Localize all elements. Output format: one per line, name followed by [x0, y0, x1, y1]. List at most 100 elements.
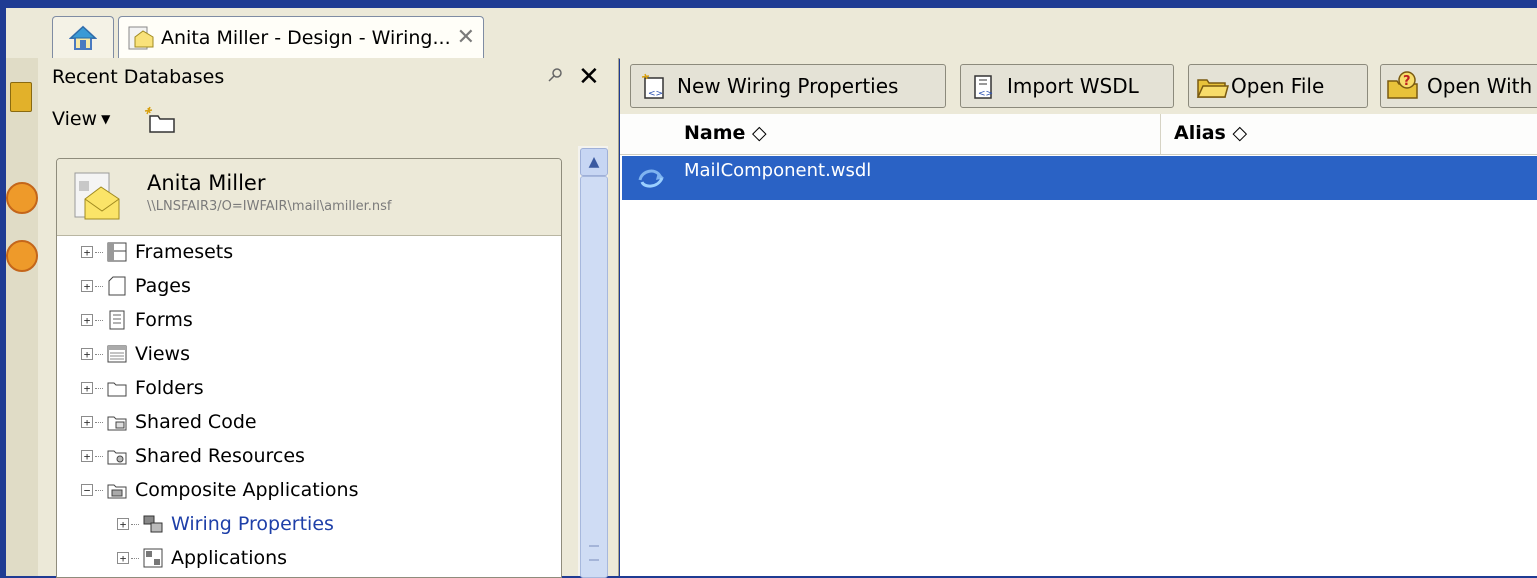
expand-icon[interactable]: + [117, 518, 129, 530]
tree-scrollbar[interactable]: ▲ [578, 146, 608, 578]
database-path: \\LNSFAIR3/O=IWFAIR\mail\amiller.nsf [147, 199, 392, 214]
scroll-thumb[interactable] [580, 176, 608, 578]
scroll-grip-icon [589, 545, 599, 561]
shared-resources-icon [107, 450, 127, 465]
wsdl-file-icon [638, 169, 664, 188]
applications-icon [143, 548, 163, 568]
tree-connector [95, 387, 103, 389]
sort-icon: ◇ [1232, 122, 1248, 144]
recent-databases-panel: Recent Databases ✕ View ▼ Anita Miller \… [38, 58, 619, 578]
tree-connector [95, 251, 103, 253]
expand-icon[interactable]: + [81, 280, 93, 292]
bookmark-bar [6, 58, 39, 576]
column-name-label: Name [684, 122, 746, 144]
scroll-up-icon[interactable]: ▲ [580, 148, 608, 176]
frameset-icon [107, 242, 127, 262]
expand-icon[interactable]: + [81, 246, 93, 258]
action-bar: <> New Wiring Properties <> Import WSDL … [620, 58, 1537, 115]
expand-icon[interactable]: + [81, 382, 93, 394]
column-alias-label: Alias [1174, 122, 1226, 144]
tree-item-pages[interactable]: + Pages [81, 269, 191, 303]
expand-icon[interactable]: + [81, 416, 93, 428]
expand-icon[interactable]: + [81, 314, 93, 326]
bookmark-circle-icon[interactable] [6, 182, 38, 214]
expand-icon[interactable]: + [81, 348, 93, 360]
tree-item-label: Pages [135, 275, 191, 297]
tree-connector [95, 421, 103, 423]
tree-item-shared-resources[interactable]: + Shared Resources [81, 439, 305, 473]
open-with-button[interactable]: ? Open With [1380, 64, 1537, 108]
tree-item-shared-code[interactable]: + Shared Code [81, 405, 257, 439]
tree-item-folders[interactable]: + Folders [81, 371, 204, 405]
folder-icon [107, 382, 127, 397]
expand-icon[interactable]: + [81, 450, 93, 462]
tree-connector [131, 557, 139, 559]
mail-database-icon [74, 172, 120, 220]
design-tree: Anita Miller \\LNSFAIR3/O=IWFAIR\mail\am… [56, 158, 562, 578]
row-name: MailComponent.wsdl [684, 160, 872, 181]
column-divider[interactable] [1160, 114, 1161, 154]
list-item[interactable]: MailComponent.wsdl [622, 156, 1537, 200]
chevron-down-icon: ▼ [101, 112, 111, 126]
sort-icon: ◇ [752, 122, 767, 144]
tree-item-label: Folders [135, 377, 204, 399]
page-icon [108, 276, 126, 296]
svg-text:<>: <> [648, 89, 663, 99]
collapse-icon[interactable]: − [81, 484, 93, 496]
tree-item-label: Views [135, 343, 190, 365]
tree-item-forms[interactable]: + Forms [81, 303, 193, 337]
import-wsdl-label: Import WSDL [1007, 74, 1139, 98]
window-top-border [0, 0, 1537, 8]
wiring-properties-icon [143, 515, 163, 533]
new-folder-icon[interactable] [144, 106, 178, 134]
tree-item-label: Shared Resources [135, 445, 305, 467]
tab-home[interactable] [52, 16, 114, 58]
open-file-button[interactable]: Open File [1188, 64, 1368, 108]
tab-bar: Anita Miller - Design - Wiring... ✕ [6, 8, 1537, 59]
app-window: Anita Miller - Design - Wiring... ✕ Rece… [0, 0, 1537, 578]
bookmark-icon[interactable] [10, 82, 32, 112]
pin-icon[interactable] [546, 66, 564, 89]
column-header-alias[interactable]: Alias ◇ [1174, 122, 1247, 144]
tree-item-views[interactable]: + Views [81, 337, 190, 371]
tree-item-label: Forms [135, 309, 193, 331]
database-mail-icon [128, 26, 154, 49]
column-header-name[interactable]: Name ◇ [684, 122, 767, 144]
view-menu-button[interactable]: View ▼ [52, 108, 110, 130]
tree-connector [95, 285, 103, 287]
open-with-icon: ? [1387, 71, 1418, 99]
database-header[interactable]: Anita Miller \\LNSFAIR3/O=IWFAIR\mail\am… [57, 159, 561, 236]
column-header-row: Name ◇ Alias ◇ [620, 114, 1537, 155]
tree-item-framesets[interactable]: + Framesets [81, 235, 233, 269]
tree-item-label: Framesets [135, 241, 234, 263]
tree-item-wiring-properties[interactable]: + Wiring Properties [117, 507, 334, 541]
tree-item-applications[interactable]: + Applications [117, 541, 287, 575]
tree-item-label: Applications [171, 547, 288, 569]
tree-item-composite-applications[interactable]: − Composite Applications [81, 473, 359, 507]
expand-icon[interactable]: + [117, 552, 129, 564]
tab-label: Anita Miller - Design - Wiring... [161, 26, 451, 49]
new-wiring-icon: <> [641, 73, 664, 99]
close-icon[interactable]: ✕ [457, 25, 475, 50]
open-with-label: Open With [1427, 74, 1533, 98]
panel-title: Recent Databases [52, 66, 225, 88]
view-icon [107, 345, 127, 363]
tree-connector [95, 319, 103, 321]
svg-text:<>: <> [978, 89, 993, 99]
tree-item-label: Wiring Properties [171, 513, 334, 535]
svg-text:?: ? [1403, 74, 1411, 89]
new-wiring-properties-label: New Wiring Properties [677, 74, 899, 98]
import-wsdl-button[interactable]: <> Import WSDL [960, 64, 1174, 108]
open-folder-icon [1196, 79, 1229, 98]
tree-connector [95, 489, 103, 491]
new-wiring-properties-button[interactable]: <> New Wiring Properties [630, 64, 946, 108]
bookmark-circle-icon[interactable] [6, 240, 38, 272]
tree-connector [131, 523, 139, 525]
tree-item-label: Shared Code [135, 411, 257, 433]
form-icon [109, 310, 125, 330]
home-icon [69, 25, 97, 50]
tree-connector [95, 455, 103, 457]
database-name: Anita Miller [147, 171, 266, 195]
close-panel-icon[interactable]: ✕ [578, 62, 600, 92]
tab-design-wiring[interactable]: Anita Miller - Design - Wiring... ✕ [118, 16, 484, 58]
